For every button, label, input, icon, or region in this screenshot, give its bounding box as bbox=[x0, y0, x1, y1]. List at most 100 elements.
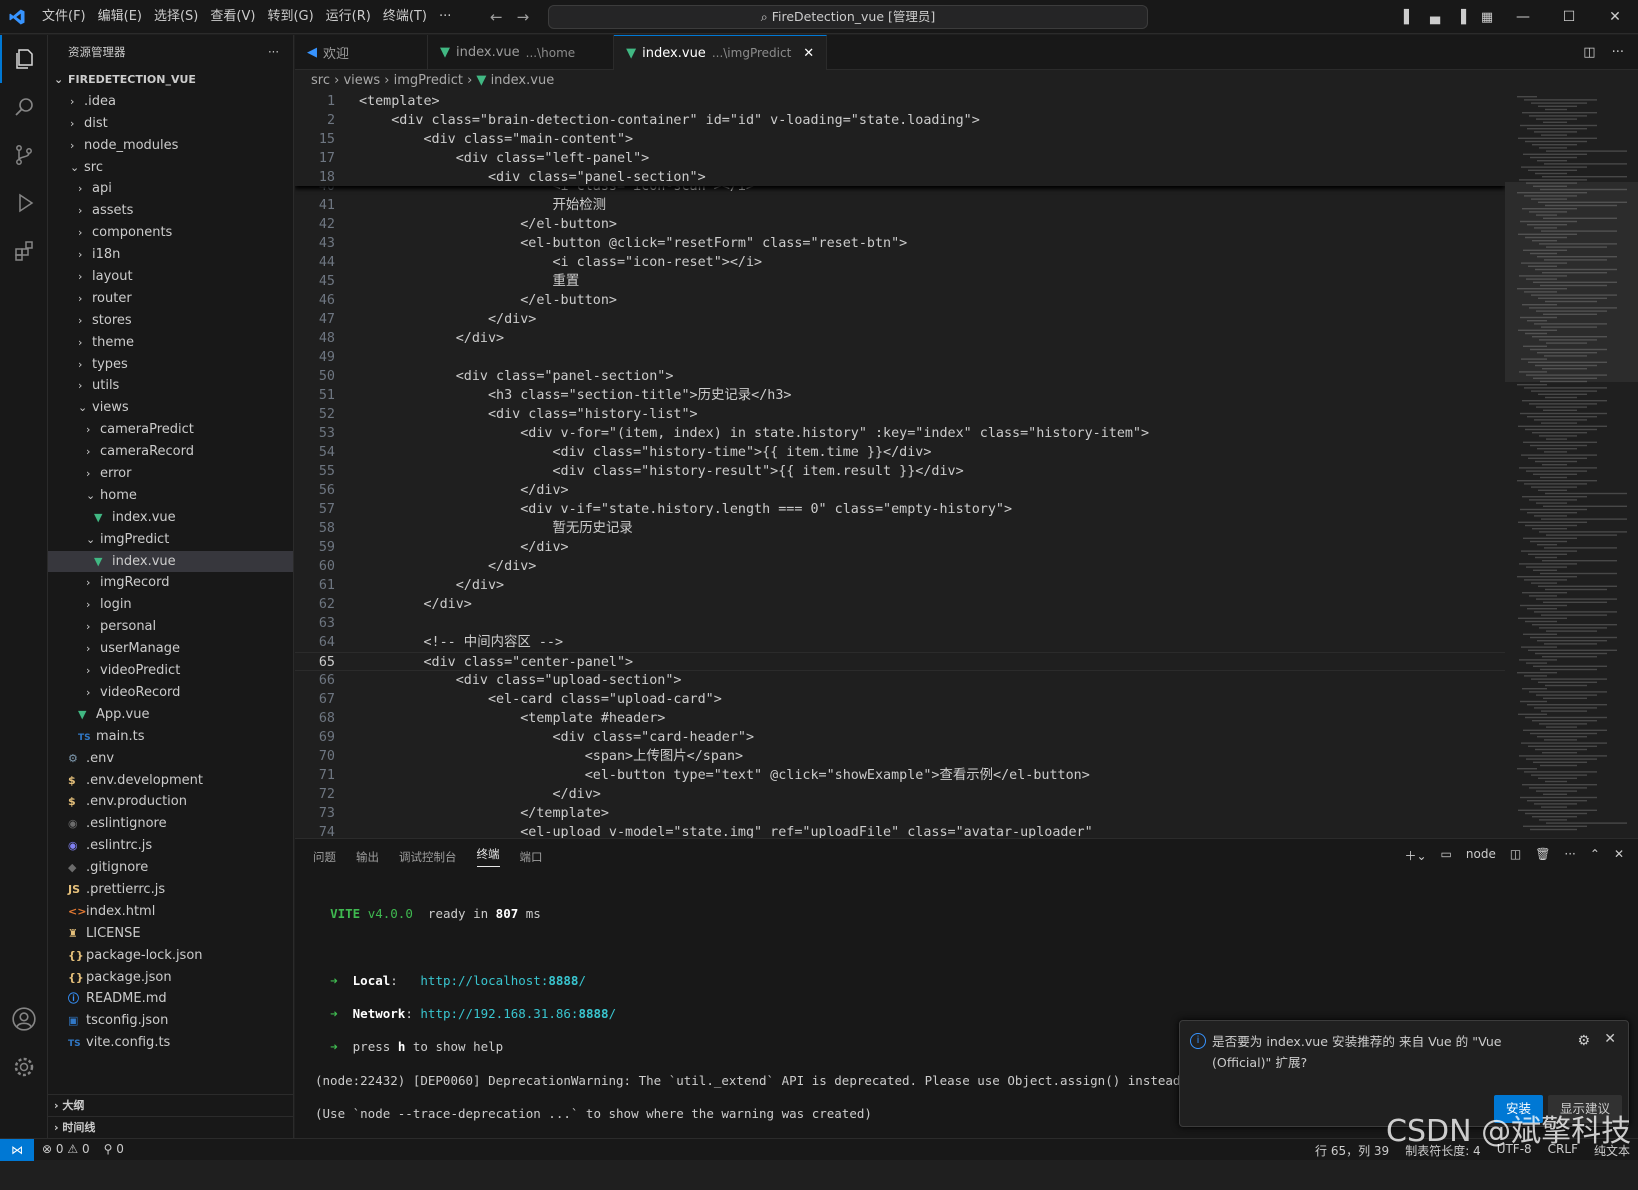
breadcrumb-item[interactable]: src bbox=[311, 73, 330, 88]
tab-welcome[interactable]: ◀ 欢迎 bbox=[295, 35, 429, 70]
split-editor-icon[interactable]: ◫ bbox=[1583, 45, 1595, 60]
tree-item[interactable]: $ .env.development bbox=[48, 770, 293, 792]
menu-item[interactable]: 查看(V) bbox=[204, 0, 261, 34]
local-port[interactable]: 8888 bbox=[548, 973, 578, 988]
tree-item[interactable]: TS main.ts bbox=[48, 726, 293, 748]
command-center[interactable]: ⌕ FireDetection_vue [管理员] bbox=[548, 5, 1148, 29]
menu-item[interactable]: 文件(F) bbox=[36, 0, 92, 34]
tree-item[interactable]: › utils bbox=[48, 375, 293, 397]
tree-item[interactable]: ▼ index.vue bbox=[48, 507, 293, 529]
close-tab-icon[interactable]: ✕ bbox=[803, 46, 814, 61]
network-port[interactable]: 8888 bbox=[578, 1006, 608, 1021]
tree-item[interactable]: › router bbox=[48, 288, 293, 310]
menu-item[interactable]: ··· bbox=[433, 0, 457, 34]
ports-status[interactable]: ⚲ 0 bbox=[104, 1142, 124, 1156]
tree-item[interactable]: ▣ tsconfig.json bbox=[48, 1010, 293, 1032]
tree-item[interactable]: ♜ LICENSE bbox=[48, 923, 293, 945]
breadcrumb-item[interactable]: index.vue bbox=[491, 73, 555, 88]
maximize-button[interactable]: ☐ bbox=[1546, 9, 1592, 25]
tab-imgpredict-index[interactable]: ▼ index.vue ...\imgPredict ✕ bbox=[614, 35, 828, 70]
cursor-position[interactable]: 行 65，列 39 bbox=[1315, 1142, 1389, 1159]
tree-item[interactable]: ⌄ imgPredict bbox=[48, 529, 293, 551]
forward-arrow-icon[interactable]: → bbox=[517, 8, 530, 26]
more-actions-icon[interactable]: ··· bbox=[1612, 45, 1624, 60]
tree-item[interactable]: ▼ App.vue bbox=[48, 704, 293, 726]
explorer-icon[interactable] bbox=[0, 35, 48, 83]
menu-item[interactable]: 终端(T) bbox=[377, 0, 433, 34]
panel-tab[interactable]: 调试控制台 bbox=[399, 849, 457, 865]
local-url[interactable]: http://localhost: bbox=[420, 973, 548, 988]
account-icon[interactable] bbox=[0, 995, 48, 1043]
outline-section[interactable]: › 大纲 bbox=[48, 1094, 294, 1116]
tree-item[interactable]: ◉ .eslintrc.js bbox=[48, 835, 293, 857]
split-terminal-icon[interactable]: ◫ bbox=[1510, 847, 1521, 864]
tree-item[interactable]: {} package.json bbox=[48, 967, 293, 989]
tree-item[interactable]: › cameraRecord bbox=[48, 441, 293, 463]
trash-icon[interactable]: 🗑 bbox=[1535, 847, 1550, 864]
problems-status[interactable]: ⊗ 0 ⚠ 0 bbox=[42, 1142, 90, 1156]
search-icon[interactable] bbox=[0, 83, 48, 131]
maximize-panel-icon[interactable]: ⌃ bbox=[1590, 847, 1600, 864]
panel-tab[interactable]: 终端 bbox=[476, 846, 500, 867]
tree-item[interactable]: ⚙ .env bbox=[48, 748, 293, 770]
tree-item[interactable]: › videoRecord bbox=[48, 682, 293, 704]
more-actions-icon[interactable]: ··· bbox=[268, 45, 279, 59]
breadcrumb-item[interactable]: views bbox=[343, 73, 380, 88]
tree-item[interactable]: {} package-lock.json bbox=[48, 945, 293, 967]
tree-item[interactable]: $ .env.production bbox=[48, 791, 293, 813]
breadcrumb-item[interactable]: imgPredict bbox=[394, 73, 463, 88]
tree-item[interactable]: <>index.html bbox=[48, 901, 293, 923]
tree-item[interactable]: › components bbox=[48, 222, 293, 244]
code-editor[interactable]: 1 <template> 2 <div class="brain-detection… bbox=[295, 92, 1505, 838]
close-window-button[interactable]: ✕ bbox=[1592, 9, 1638, 25]
panel-tab[interactable]: 端口 bbox=[520, 849, 543, 865]
tree-item[interactable]: › node_modules bbox=[48, 135, 293, 157]
tree-item[interactable]: › i18n bbox=[48, 244, 293, 266]
tree-item[interactable]: › layout bbox=[48, 266, 293, 288]
panel-tab[interactable]: 输出 bbox=[356, 849, 379, 865]
tree-item[interactable]: › .idea bbox=[48, 91, 293, 113]
gear-icon[interactable]: ⚙ bbox=[1577, 1033, 1590, 1049]
tree-item[interactable]: JS .prettierrc.js bbox=[48, 879, 293, 901]
tree-item[interactable]: ⌄ src bbox=[48, 157, 293, 179]
manage-gear-icon[interactable] bbox=[0, 1043, 48, 1091]
toggle-panel-icon[interactable]: ▄ bbox=[1422, 10, 1448, 25]
menu-item[interactable]: 编辑(E) bbox=[92, 0, 148, 34]
tree-item[interactable]: ⌄ views bbox=[48, 397, 293, 419]
new-terminal-icon[interactable]: ＋⌄ bbox=[1404, 847, 1426, 864]
tree-item[interactable]: › userManage bbox=[48, 638, 293, 660]
menu-item[interactable]: 选择(S) bbox=[148, 0, 204, 34]
tree-item[interactable]: TS vite.config.ts bbox=[48, 1032, 293, 1054]
back-arrow-icon[interactable]: ← bbox=[490, 8, 503, 26]
network-url[interactable]: http://192.168.31.86: bbox=[420, 1006, 578, 1021]
timeline-section[interactable]: › 时间线 bbox=[48, 1116, 294, 1138]
tree-item[interactable]: › videoPredict bbox=[48, 660, 293, 682]
sticky-scroll[interactable]: 1 <template> 2 <div class="brain-detection… bbox=[295, 92, 1505, 186]
tree-item[interactable]: ◉ .eslintignore bbox=[48, 813, 293, 835]
close-panel-icon[interactable]: ✕ bbox=[1614, 847, 1624, 864]
close-icon[interactable]: ✕ bbox=[1604, 1031, 1616, 1047]
toggle-sidebar-icon[interactable]: ▌ bbox=[1396, 10, 1422, 25]
customize-layout-icon[interactable]: ▦ bbox=[1474, 10, 1500, 25]
tree-item[interactable]: › stores bbox=[48, 310, 293, 332]
tree-item[interactable]: › imgRecord bbox=[48, 572, 293, 594]
tree-item[interactable]: › assets bbox=[48, 200, 293, 222]
remote-icon[interactable]: ⋈ bbox=[0, 1139, 34, 1161]
menu-item[interactable]: 运行(R) bbox=[320, 0, 377, 34]
tree-item[interactable]: › theme bbox=[48, 332, 293, 354]
minimap[interactable] bbox=[1505, 92, 1638, 838]
tree-item[interactable]: › login bbox=[48, 594, 293, 616]
tree-item[interactable]: › cameraPredict bbox=[48, 419, 293, 441]
tree-item[interactable]: ⓘ README.md bbox=[48, 988, 293, 1010]
minimap-slider[interactable] bbox=[1505, 182, 1638, 382]
menu-item[interactable]: 转到(G) bbox=[261, 0, 319, 34]
tree-item[interactable]: › api bbox=[48, 178, 293, 200]
source-control-icon[interactable] bbox=[0, 131, 48, 179]
tree-item[interactable]: › types bbox=[48, 354, 293, 376]
shell-name[interactable]: node bbox=[1466, 847, 1496, 864]
toggle-secondary-sidebar-icon[interactable]: ▐ bbox=[1448, 10, 1474, 25]
run-debug-icon[interactable] bbox=[0, 179, 48, 227]
more-actions-icon[interactable]: ··· bbox=[1564, 847, 1575, 864]
tree-item[interactable]: ▼ index.vue bbox=[48, 550, 293, 573]
tree-item[interactable]: ⌄ home bbox=[48, 485, 293, 507]
